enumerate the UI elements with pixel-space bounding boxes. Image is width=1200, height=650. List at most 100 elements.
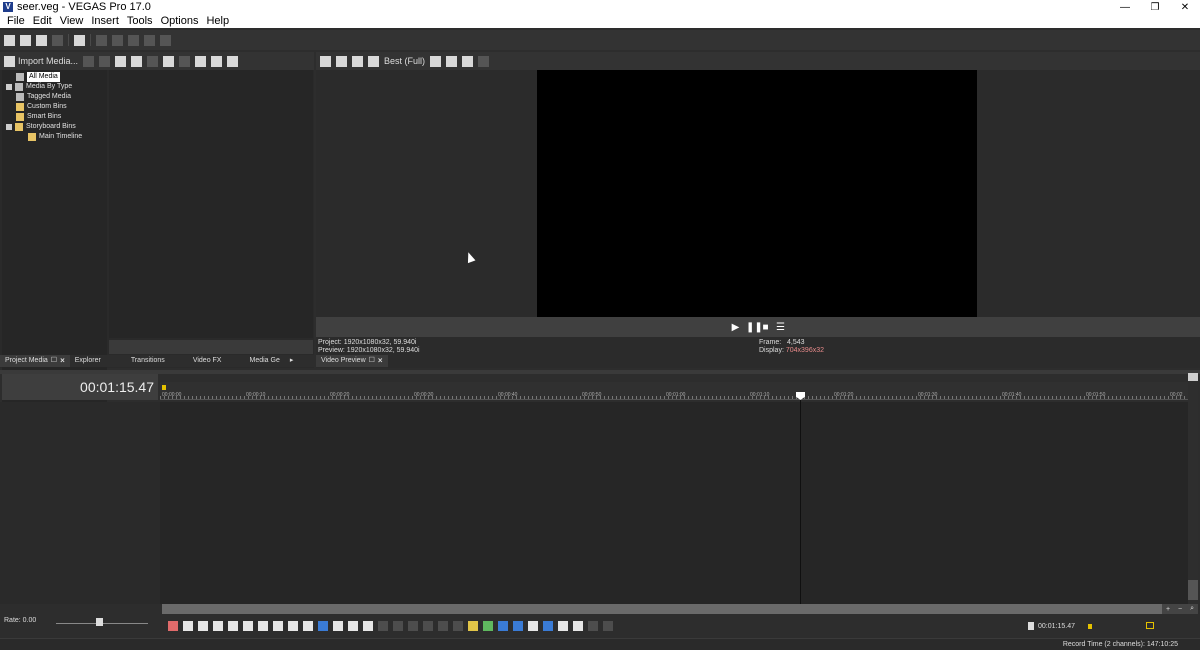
chevron-right-icon[interactable]: ▸ bbox=[285, 355, 299, 367]
more-tools-icon[interactable] bbox=[603, 621, 613, 631]
import-media-button[interactable]: Import Media... bbox=[18, 56, 78, 66]
current-time-display[interactable]: 00:01:15.47 bbox=[80, 379, 154, 395]
timeline-horizontal-scrollbar[interactable] bbox=[162, 604, 1162, 614]
preview-quality-select[interactable]: Best (Full) bbox=[384, 56, 425, 66]
render-icon[interactable] bbox=[52, 34, 63, 46]
trim-icon[interactable] bbox=[393, 621, 403, 631]
loop-marker-icon[interactable] bbox=[1088, 624, 1092, 629]
expand-icon[interactable] bbox=[6, 84, 12, 90]
views-icon[interactable] bbox=[211, 55, 223, 67]
preview-settings-icon[interactable] bbox=[320, 55, 331, 67]
lock-icon[interactable] bbox=[453, 621, 463, 631]
tree-item-media-by-type[interactable]: Media By Type bbox=[6, 82, 72, 92]
pin-icon[interactable] bbox=[1188, 373, 1198, 381]
pause-icon[interactable] bbox=[228, 621, 238, 631]
snapping-icon[interactable] bbox=[498, 621, 508, 631]
next-frame-icon[interactable] bbox=[303, 621, 313, 631]
playhead-line[interactable] bbox=[800, 392, 801, 604]
trim-start-icon[interactable] bbox=[408, 621, 418, 631]
go-to-start-icon[interactable] bbox=[258, 621, 268, 631]
auto-crossfade-icon[interactable] bbox=[513, 621, 523, 631]
close-icon[interactable]: × bbox=[60, 355, 65, 367]
tree-item-main-timeline[interactable]: Main Timeline bbox=[28, 132, 82, 142]
grouping-icon[interactable] bbox=[573, 621, 583, 631]
normal-edit-tool-icon[interactable] bbox=[318, 621, 328, 631]
media-list-area[interactable] bbox=[109, 70, 313, 338]
media-list-scrollbar[interactable] bbox=[109, 340, 313, 354]
menu-tools[interactable]: Tools bbox=[123, 15, 157, 27]
menu-file[interactable]: File bbox=[3, 15, 29, 27]
previous-frame-icon[interactable] bbox=[288, 621, 298, 631]
copy-icon[interactable] bbox=[112, 34, 123, 46]
tab-video-fx[interactable]: Video FX bbox=[188, 355, 227, 367]
zoom-tool-icon[interactable]: ⌕ bbox=[1190, 605, 1194, 613]
stop-icon[interactable] bbox=[243, 621, 253, 631]
previous-icon[interactable] bbox=[147, 55, 159, 67]
play-from-start-icon[interactable] bbox=[198, 621, 208, 631]
undo-icon[interactable] bbox=[144, 34, 155, 46]
minimize-button[interactable]: — bbox=[1110, 0, 1140, 14]
remove-media-icon[interactable] bbox=[115, 55, 127, 67]
timeline-ruler[interactable]: 00:00:00 00:00:10 00:00:20 00:00:30 00:0… bbox=[160, 382, 1190, 400]
redo-icon[interactable] bbox=[160, 34, 171, 46]
close-icon[interactable]: × bbox=[378, 355, 383, 367]
vertical-scroll-thumb[interactable] bbox=[1188, 580, 1198, 600]
marker-tools-icon[interactable] bbox=[588, 621, 598, 631]
play-icon[interactable] bbox=[163, 55, 175, 67]
zoom-in-icon[interactable]: + bbox=[1166, 606, 1170, 613]
copy-snapshot-icon[interactable] bbox=[446, 55, 458, 67]
menu-edit[interactable]: Edit bbox=[29, 15, 56, 27]
paste-icon[interactable] bbox=[128, 34, 139, 46]
timeline-vertical-scrollbar[interactable] bbox=[1188, 382, 1198, 604]
tab-explorer[interactable]: Explorer bbox=[70, 355, 106, 367]
tab-media-generators[interactable]: Media Ge bbox=[244, 355, 284, 367]
restore-button[interactable]: ❐ bbox=[1140, 0, 1170, 14]
new-project-icon[interactable] bbox=[4, 34, 15, 46]
selection-length-icon[interactable] bbox=[1146, 622, 1154, 629]
open-folder-icon[interactable] bbox=[20, 34, 31, 46]
import-media-icon[interactable] bbox=[4, 55, 15, 67]
record-icon[interactable] bbox=[168, 621, 178, 631]
track-headers-area[interactable] bbox=[0, 402, 160, 604]
expand-icon[interactable] bbox=[6, 124, 12, 130]
media-fx-icon[interactable] bbox=[131, 55, 143, 67]
video-scopes-icon[interactable] bbox=[478, 55, 490, 67]
tree-item-tagged-media[interactable]: Tagged Media bbox=[16, 92, 71, 102]
split-screen-icon[interactable] bbox=[368, 55, 379, 67]
envelope-tool-icon[interactable] bbox=[333, 621, 343, 631]
menu-icon[interactable]: ☰ bbox=[776, 322, 785, 332]
menu-insert[interactable]: Insert bbox=[87, 15, 123, 27]
tab-video-preview[interactable]: Video Preview ☐ × bbox=[316, 355, 388, 367]
auto-preview-icon[interactable] bbox=[195, 55, 207, 67]
dock-icon[interactable]: ☐ bbox=[51, 355, 57, 367]
close-button[interactable]: ✕ bbox=[1170, 0, 1200, 14]
split-icon[interactable] bbox=[438, 621, 448, 631]
loop-playback-icon[interactable] bbox=[183, 621, 193, 631]
rate-slider-knob[interactable] bbox=[96, 618, 103, 626]
search-icon[interactable] bbox=[227, 55, 239, 67]
menu-help[interactable]: Help bbox=[202, 15, 233, 27]
go-to-end-icon[interactable] bbox=[273, 621, 283, 631]
insert-region-icon[interactable] bbox=[483, 621, 493, 631]
zoom-tool-icon[interactable] bbox=[363, 621, 373, 631]
stop-icon[interactable] bbox=[179, 55, 191, 67]
lock-envelopes-icon[interactable] bbox=[543, 621, 553, 631]
cut-icon[interactable] bbox=[96, 34, 107, 46]
play-icon[interactable]: ▶ bbox=[731, 322, 740, 332]
selection-tool-icon[interactable] bbox=[348, 621, 358, 631]
overlays-icon[interactable] bbox=[430, 55, 442, 67]
menu-options[interactable]: Options bbox=[157, 15, 203, 27]
pause-icon[interactable]: ❚❚ bbox=[746, 322, 763, 332]
save-snapshot-icon[interactable] bbox=[462, 55, 474, 67]
loop-region-marker[interactable] bbox=[162, 385, 166, 390]
tree-item-storyboard-bins[interactable]: Storyboard Bins bbox=[6, 122, 76, 132]
zoom-out-icon[interactable]: − bbox=[1178, 606, 1182, 613]
external-monitor-icon[interactable] bbox=[336, 55, 347, 67]
dock-icon[interactable]: ☐ bbox=[369, 355, 375, 367]
trim-end-icon[interactable] bbox=[423, 621, 433, 631]
tree-item-custom-bins[interactable]: Custom Bins bbox=[16, 102, 67, 112]
tree-item-smart-bins[interactable]: Smart Bins bbox=[16, 112, 61, 122]
ignore-grouping-icon[interactable] bbox=[558, 621, 568, 631]
chevron-down-icon[interactable] bbox=[83, 55, 95, 67]
insert-marker-icon[interactable] bbox=[468, 621, 478, 631]
